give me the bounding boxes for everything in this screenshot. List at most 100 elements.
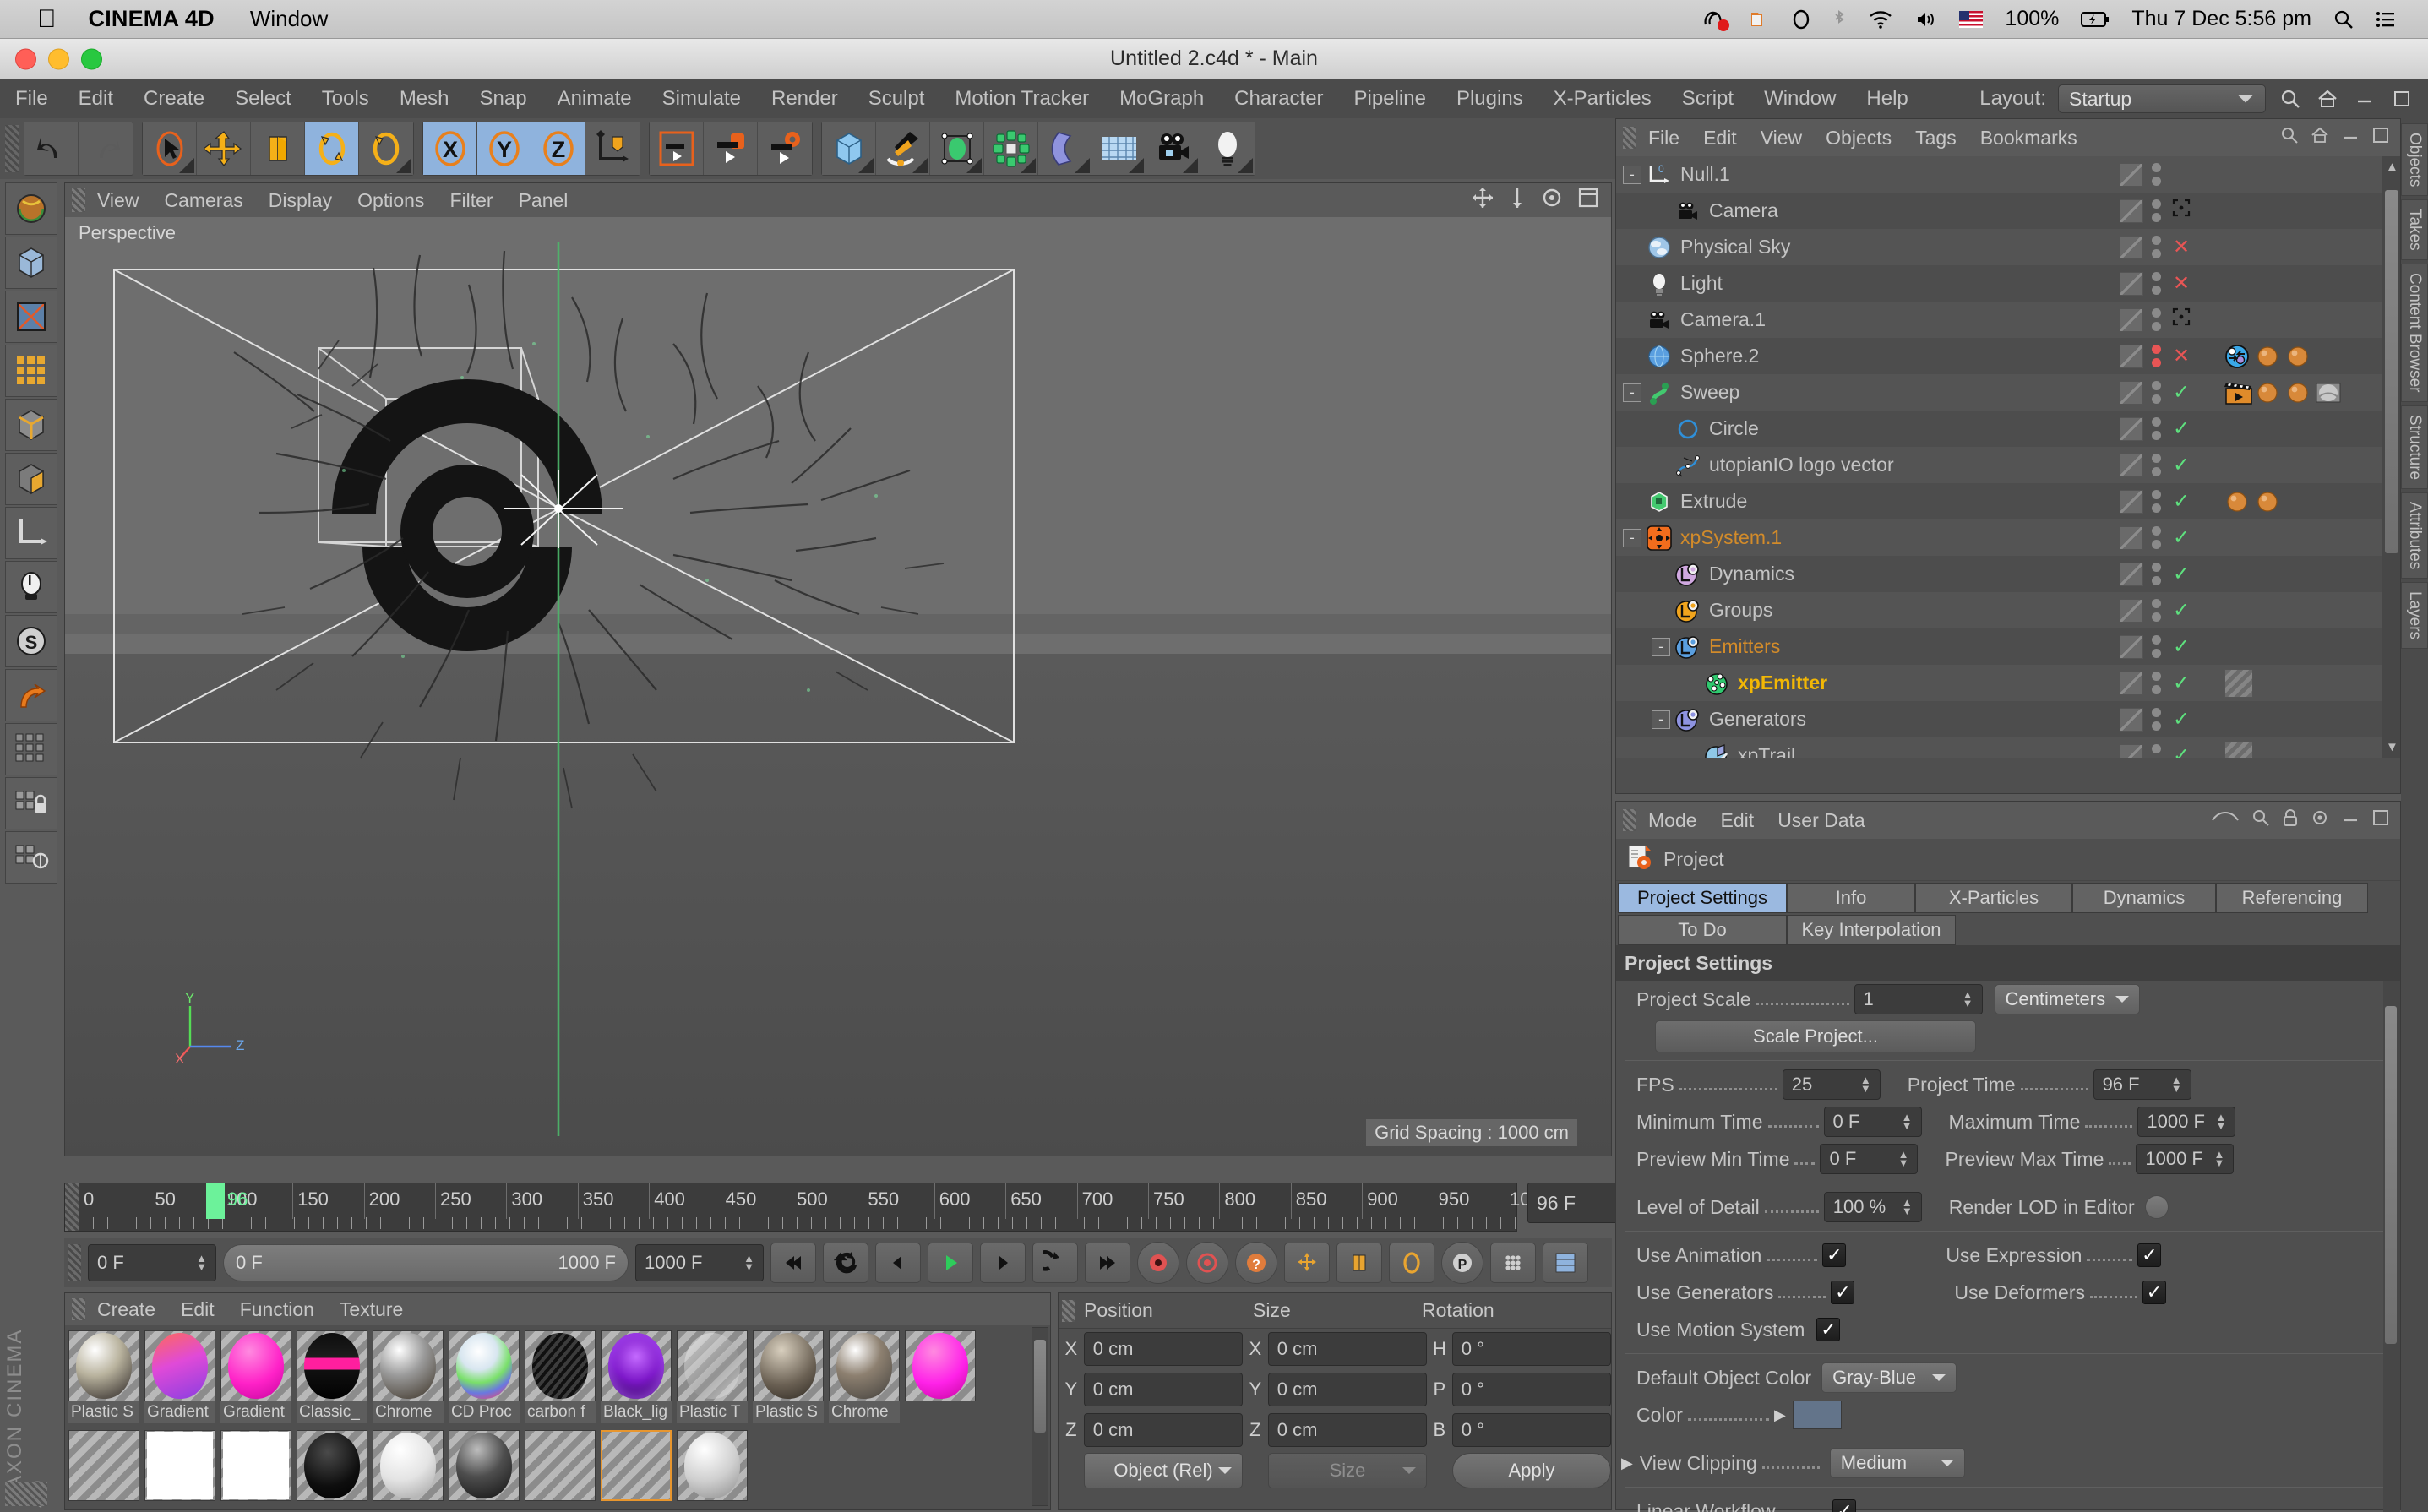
object-enable-state-icon[interactable]: ✓ <box>2169 525 2193 550</box>
menu-tools[interactable]: Tools <box>322 87 369 111</box>
rotation-key-button[interactable] <box>1389 1243 1434 1283</box>
object-menu-edit[interactable]: Edit <box>1703 127 1737 150</box>
object-name-label[interactable]: xpTrail <box>1738 744 1795 758</box>
material-swatch-cell[interactable] <box>449 1430 520 1503</box>
material-preview[interactable] <box>677 1430 748 1501</box>
planar-workplane-icon[interactable] <box>5 831 57 884</box>
tree-expander-icon[interactable]: - <box>1623 383 1641 402</box>
viewport-grip[interactable] <box>72 188 85 212</box>
render-visibility-dot[interactable] <box>2152 503 2161 513</box>
menu-edit[interactable]: Edit <box>79 87 113 111</box>
render-visibility-dot[interactable] <box>2152 685 2161 694</box>
fps-input[interactable]: 25 ▲ ▼ <box>1782 1069 1881 1100</box>
attributes-scroll-thumb[interactable] <box>2385 1006 2397 1344</box>
object-enable-state-icon[interactable]: ✓ <box>2169 707 2193 732</box>
tree-expander-icon[interactable]: - <box>1623 165 1641 184</box>
object-edit-toggle[interactable] <box>2120 598 2143 623</box>
material-preview[interactable] <box>297 1430 367 1501</box>
texture-mode-icon[interactable] <box>5 291 57 343</box>
material-swatch-cell[interactable] <box>68 1430 139 1503</box>
editor-visibility-dot[interactable] <box>2152 635 2161 645</box>
attributes-tab-x-particles[interactable]: X-Particles <box>1915 883 2072 913</box>
minimize-window-button[interactable] <box>48 48 69 69</box>
minimize-icon[interactable] <box>2341 808 2360 832</box>
timeline-playhead[interactable] <box>206 1183 226 1219</box>
wifi-icon[interactable] <box>1868 10 1893 29</box>
object-tree-row[interactable]: - Emitters ✓ <box>1616 628 2400 665</box>
position-x-input[interactable]: 0 cm <box>1083 1332 1243 1366</box>
size-x-input[interactable]: 0 cm <box>1267 1332 1427 1366</box>
object-enable-state-icon[interactable]: ✓ <box>2169 489 2193 514</box>
menu-script[interactable]: Script <box>1682 87 1734 111</box>
autokeying-button[interactable] <box>1186 1242 1228 1284</box>
attributes-tab-info[interactable]: Info <box>1787 883 1915 913</box>
render-visibility-dot[interactable] <box>2152 249 2161 258</box>
editor-visibility-dot[interactable] <box>2152 454 2161 463</box>
timeline-track[interactable]: 0 50 100 150 200 250 300 350 400 450 500 550 600 650 7… <box>79 1183 1551 1231</box>
material-preview[interactable] <box>373 1330 444 1401</box>
menu-help[interactable]: Help <box>1866 87 1908 111</box>
hatch-tag[interactable] <box>2224 741 2253 758</box>
object-edit-toggle[interactable] <box>2120 453 2143 477</box>
default-object-color-select[interactable]: Gray-Blue <box>1821 1362 1957 1393</box>
render-to-picture-viewer-icon[interactable] <box>704 122 758 175</box>
render-view-icon[interactable] <box>650 122 704 175</box>
timeline-range-slider[interactable]: 0 F 1000 F <box>223 1244 629 1281</box>
material-swatch-grid[interactable]: Plastic S Gradient Gradient Classic_ Chrome C… <box>65 1325 1050 1508</box>
material-preview[interactable] <box>677 1330 748 1401</box>
material-swatch-cell[interactable] <box>677 1430 748 1503</box>
object-tree-row[interactable]: Sphere.2 ✕ <box>1616 338 2400 374</box>
attributes-tab-to-do[interactable]: To Do <box>1618 915 1787 945</box>
use-deformers-checkbox[interactable]: ✓ <box>2142 1281 2167 1304</box>
material-tag[interactable] <box>2255 344 2280 369</box>
redo-icon[interactable] <box>79 122 133 175</box>
object-visibility-dots[interactable] <box>2152 308 2161 331</box>
material-swatch-cell[interactable]: Gradient <box>220 1330 291 1425</box>
object-visibility-dots[interactable] <box>2152 744 2161 758</box>
material-preview[interactable] <box>525 1430 596 1501</box>
rotation-b-input[interactable]: 0 ° <box>1451 1413 1611 1447</box>
object-edit-toggle[interactable] <box>2120 671 2143 695</box>
timeline-min-field[interactable]: 0 F ▲ ▼ <box>88 1244 216 1281</box>
viewport-3d-canvas[interactable]: Perspective Y Z X Grid Spacing: 1000 cm <box>65 217 1611 1156</box>
object-tree-row[interactable]: - Generators ✓ <box>1616 701 2400 737</box>
macos-menu-window[interactable]: Window <box>250 6 328 32</box>
editor-visibility-dot[interactable] <box>2152 563 2161 572</box>
editor-visibility-dot[interactable] <box>2152 236 2161 245</box>
editor-visibility-dot[interactable] <box>2152 526 2161 536</box>
object-tree-row[interactable]: Groups ✓ <box>1616 592 2400 628</box>
object-tree-row[interactable]: xpTrail ✓ <box>1616 737 2400 758</box>
scale-project-button[interactable]: Scale Project... <box>1655 1020 1976 1052</box>
attributes-tab-referencing[interactable]: Referencing <box>2216 883 2368 913</box>
material-menu-create[interactable]: Create <box>97 1298 155 1321</box>
object-edit-toggle[interactable] <box>2120 344 2143 368</box>
material-menu-function[interactable]: Function <box>240 1298 314 1321</box>
object-enable-state-icon[interactable]: ✓ <box>2169 634 2193 659</box>
attributes-menu-user-data[interactable]: User Data <box>1777 809 1865 832</box>
editor-visibility-dot[interactable] <box>2152 345 2161 354</box>
rotation-h-input[interactable]: 0 ° <box>1451 1332 1611 1366</box>
cube-primitive-icon[interactable] <box>822 122 876 175</box>
spline-pen-icon[interactable] <box>876 122 930 175</box>
menu-create[interactable]: Create <box>144 87 204 111</box>
expand-icon[interactable] <box>2371 126 2390 150</box>
use-expression-checkbox[interactable]: ✓ <box>2137 1243 2162 1267</box>
editor-visibility-dot[interactable] <box>2152 417 2161 427</box>
expand-arrow-icon[interactable]: ▶ <box>1621 1455 1633 1472</box>
object-name-label[interactable]: Emitters <box>1709 635 1780 658</box>
use-generators-checkbox[interactable]: ✓ <box>1831 1281 1855 1304</box>
object-name-label[interactable]: xpSystem.1 <box>1680 526 1782 549</box>
render-visibility-dot[interactable] <box>2152 576 2161 585</box>
search-icon[interactable] <box>2278 86 2303 111</box>
right-tab-takes[interactable]: Takes <box>2401 199 2428 261</box>
max-time-spinner-icon[interactable]: ▲ ▼ <box>2216 1112 2227 1131</box>
expand-arrow-icon[interactable]: ▶ <box>1774 1406 1786 1424</box>
material-manager-grip[interactable] <box>72 1298 85 1320</box>
material-scrollbar[interactable] <box>1032 1327 1048 1506</box>
editor-visibility-dot[interactable] <box>2152 199 2161 209</box>
minimize-layout-icon[interactable] <box>2352 86 2377 111</box>
object-name-label[interactable]: Circle <box>1709 417 1759 440</box>
menu-mesh[interactable]: Mesh <box>400 87 449 111</box>
material-swatch-cell[interactable] <box>905 1330 976 1425</box>
z-axis-lock-icon[interactable]: Z <box>531 122 585 175</box>
